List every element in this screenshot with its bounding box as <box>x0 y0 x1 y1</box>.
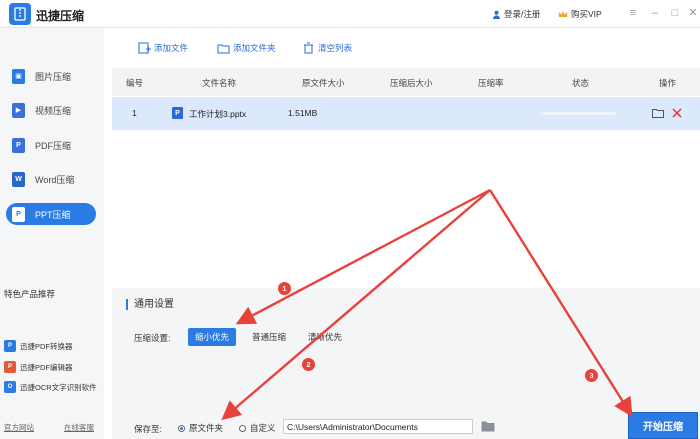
header-compressed: 压缩后大小 <box>390 78 433 88</box>
word-icon: W <box>12 171 25 187</box>
save-to-label: 保存至: <box>134 424 162 434</box>
compress-setting-label: 压缩设置: <box>134 333 171 343</box>
header-status: 状态 <box>572 78 590 88</box>
add-folder-icon <box>217 44 230 54</box>
maximize-icon[interactable]: □ <box>668 6 682 20</box>
sidebar-item-pdf[interactable]: P PDF压缩 <box>6 134 96 156</box>
user-icon <box>492 10 501 19</box>
vip-label: 购买VIP <box>571 9 602 19</box>
header-size: 原文件大小 <box>302 78 345 88</box>
row-size: 1.51MB <box>288 108 318 118</box>
step-badge-3: 3 <box>585 369 598 382</box>
sidebar-item-ppt[interactable]: P PPT压缩 <box>6 203 96 225</box>
step-badge-2: 2 <box>302 358 315 371</box>
option-normal[interactable]: 普通压缩 <box>245 328 293 346</box>
header-index: 编号 <box>126 78 144 88</box>
header-actions: 操作 <box>659 78 677 88</box>
support-link[interactable]: 在线客服 <box>64 422 94 433</box>
menu-icon[interactable]: ≡ <box>626 6 640 20</box>
product-ocr[interactable]: O 迅捷OCR文字识别软件 <box>4 381 97 393</box>
pdf-converter-icon: P <box>4 340 16 352</box>
product-label: 迅捷OCR文字识别软件 <box>20 382 97 392</box>
app-title: 迅捷压缩 <box>36 9 85 23</box>
radio-custom[interactable]: 自定义 <box>239 422 276 434</box>
pdf-icon: P <box>12 137 25 153</box>
row-index: 1 <box>132 108 137 118</box>
browse-folder-icon[interactable] <box>481 420 495 432</box>
row-filename: 工作计划3.pptx <box>189 109 247 119</box>
table-header: 编号 文件名称 原文件大小 压缩后大小 压缩率 状态 操作 <box>112 68 700 96</box>
add-file-icon <box>138 42 151 54</box>
sidebar-item-label: PDF压缩 <box>35 140 72 151</box>
product-label: 迅捷PDF转换器 <box>20 341 73 351</box>
header-name: 文件名称 <box>202 78 237 88</box>
vip-button[interactable]: 购买VIP <box>558 8 602 20</box>
official-site-link[interactable]: 官方网站 <box>4 422 34 433</box>
ocr-icon: O <box>4 381 16 393</box>
sidebar-item-label: 视频压缩 <box>35 105 72 116</box>
minimize-icon[interactable]: – <box>648 6 662 20</box>
radio-dot-selected <box>178 424 185 432</box>
sidebar-item-word[interactable]: W Word压缩 <box>6 168 96 190</box>
image-icon: ▣ <box>12 68 25 84</box>
trash-icon <box>304 42 313 54</box>
radio-label: 自定义 <box>250 423 276 433</box>
ppt-icon: P <box>12 206 25 222</box>
settings-title: 通用设置 <box>126 299 174 310</box>
add-file-label: 添加文件 <box>154 43 189 53</box>
login-button[interactable]: 登录/注册 <box>492 8 540 20</box>
close-icon[interactable]: ✕ <box>686 6 700 20</box>
sidebar-item-image[interactable]: ▣ 图片压缩 <box>6 65 96 87</box>
product-label: 迅捷PDF编辑器 <box>20 362 73 372</box>
option-smallest[interactable]: 缩小优先 <box>188 328 237 346</box>
status-progress-bar <box>540 112 616 115</box>
title-bar: 迅捷压缩 登录/注册 购买VIP ≡ – □ ✕ <box>0 0 700 28</box>
radio-original-folder[interactable]: 原文件夹 <box>178 422 223 434</box>
product-pdf-converter[interactable]: P 迅捷PDF转换器 <box>4 340 73 352</box>
save-path-input[interactable] <box>283 419 473 434</box>
sidebar <box>0 28 104 439</box>
option-clear[interactable]: 清晰优先 <box>301 328 349 346</box>
app-logo-icon <box>9 3 31 25</box>
clear-list-label: 清空列表 <box>318 43 353 53</box>
add-file-button[interactable]: 添加文件 <box>138 42 188 54</box>
radio-label: 原文件夹 <box>189 423 224 433</box>
product-pdf-editor[interactable]: P 迅捷PDF编辑器 <box>4 361 73 373</box>
video-icon: ▶ <box>12 102 25 118</box>
add-folder-label: 添加文件夹 <box>233 43 276 53</box>
start-compress-button[interactable]: 开始压缩 <box>628 412 698 439</box>
table-row[interactable]: 1 P 工作计划3.pptx 1.51MB <box>112 97 700 130</box>
open-folder-icon[interactable] <box>652 108 664 118</box>
ppt-file-icon: P <box>172 107 183 119</box>
crown-icon <box>558 10 568 17</box>
settings-panel: 通用设置 压缩设置: 缩小优先 普通压缩 清晰优先 保存至: 原文件夹 自定义 <box>112 288 700 439</box>
sidebar-item-video[interactable]: ▶ 视频压缩 <box>6 99 96 121</box>
header-ratio: 压缩率 <box>478 78 504 88</box>
pdf-editor-icon: P <box>4 361 16 373</box>
add-folder-button[interactable]: 添加文件夹 <box>217 42 276 54</box>
delete-icon[interactable] <box>672 108 682 118</box>
radio-dot <box>239 424 246 432</box>
sidebar-item-label: Word压缩 <box>35 174 75 185</box>
featured-title: 特色产品推荐 <box>4 289 56 299</box>
sidebar-item-label: PPT压缩 <box>35 209 71 220</box>
step-badge-1: 1 <box>278 282 291 295</box>
login-label: 登录/注册 <box>504 9 541 19</box>
sidebar-item-label: 图片压缩 <box>35 71 72 82</box>
clear-list-button[interactable]: 清空列表 <box>302 42 352 54</box>
